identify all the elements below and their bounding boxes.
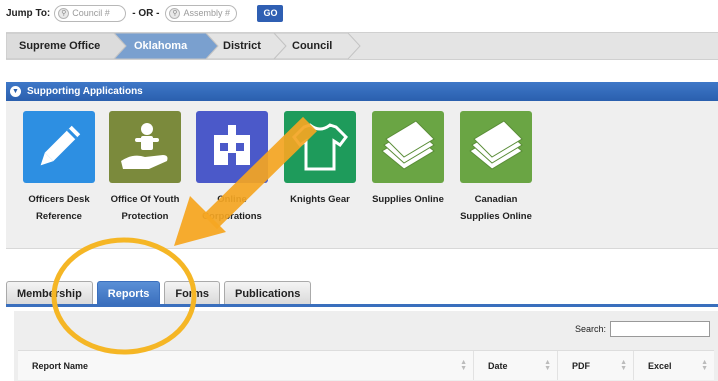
breadcrumb-oklahoma[interactable]: Oklahoma — [134, 33, 187, 59]
app-office-of-youth-protection[interactable]: Office Of Youth Protection — [105, 111, 185, 225]
breadcrumb-council[interactable]: Council — [292, 33, 332, 59]
search-icon: ⚲ — [58, 7, 70, 19]
app-knights-gear[interactable]: Knights Gear — [280, 111, 360, 208]
column-label: Excel — [648, 360, 672, 371]
app-label: Knights Gear — [290, 194, 350, 205]
assembly-number-input[interactable]: ⚲ Assembly # — [165, 4, 238, 22]
council-placeholder: Council # — [72, 8, 110, 18]
column-header-report-name[interactable]: Report Name ▲ ▼ — [18, 351, 474, 380]
council-number-input[interactable]: ⚲ Council # — [54, 4, 127, 22]
column-label: PDF — [572, 360, 590, 371]
sort-icon: ▲ ▼ — [701, 358, 708, 372]
go-button[interactable]: GO — [257, 4, 284, 22]
pencil-icon — [23, 111, 95, 183]
search-input[interactable] — [610, 321, 710, 337]
sort-icon: ▲ ▼ — [460, 358, 467, 372]
tab-forms[interactable]: Forms — [164, 281, 220, 305]
app-label: Canadian Supplies Online — [460, 194, 532, 222]
table-search: Search: — [575, 321, 710, 337]
app-online-corporations[interactable]: Online Corporations — [192, 111, 272, 225]
tab-underline — [6, 304, 718, 307]
app-supplies-online[interactable]: Supplies Online — [368, 111, 448, 208]
tab-membership[interactable]: Membership — [6, 281, 93, 305]
breadcrumb-shapes — [6, 33, 361, 59]
chevron-down-icon: ▼ — [10, 86, 21, 97]
supporting-applications-title: Supporting Applications — [27, 86, 143, 97]
building-icon — [196, 111, 268, 183]
column-label: Date — [488, 360, 508, 371]
papers-icon — [460, 111, 532, 183]
jump-to-bar: Jump To: ⚲ Council # - OR - ⚲ Assembly #… — [6, 4, 284, 22]
app-label: Online Corporations — [202, 194, 262, 222]
child-hand-icon — [109, 111, 181, 183]
app-label: Office Of Youth Protection — [110, 194, 180, 222]
column-label: Report Name — [32, 360, 89, 371]
supporting-applications-header[interactable]: ▼ Supporting Applications — [6, 82, 718, 101]
breadcrumb: Supreme Office Oklahoma District Council — [6, 32, 718, 60]
section-tabs: Membership Reports Forms Publications — [6, 281, 312, 305]
sort-icon: ▲ ▼ — [620, 358, 627, 372]
tab-reports[interactable]: Reports — [96, 281, 161, 305]
column-header-date[interactable]: Date ▲ ▼ — [474, 351, 558, 380]
tab-publications[interactable]: Publications — [223, 281, 312, 305]
sort-icon: ▲ ▼ — [544, 358, 551, 372]
app-officers-desk-reference[interactable]: Officers Desk Reference — [19, 111, 99, 225]
app-label: Officers Desk Reference — [28, 194, 90, 222]
column-header-excel[interactable]: Excel ▲ ▼ — [634, 351, 714, 380]
reports-table-area: Search: Report Name ▲ ▼ Date ▲ ▼ PDF ▲ ▼ Ex… — [14, 311, 718, 381]
jump-to-label: Jump To: — [6, 7, 51, 19]
app-label: Supplies Online — [372, 194, 444, 205]
shirt-icon — [284, 111, 356, 183]
or-label: - OR - — [132, 7, 160, 19]
search-label: Search: — [574, 324, 606, 334]
table-header: Report Name ▲ ▼ Date ▲ ▼ PDF ▲ ▼ Excel ▲ ▼ — [18, 350, 714, 380]
supporting-applications-panel: Officers Desk Reference Office Of Youth … — [6, 101, 718, 249]
app-canadian-supplies-online[interactable]: Canadian Supplies Online — [456, 111, 536, 225]
breadcrumb-supreme-office[interactable]: Supreme Office — [19, 33, 100, 59]
search-icon: ⚲ — [169, 7, 181, 19]
assembly-placeholder: Assembly # — [183, 8, 231, 18]
breadcrumb-district[interactable]: District — [223, 33, 261, 59]
papers-icon — [372, 111, 444, 183]
column-header-pdf[interactable]: PDF ▲ ▼ — [558, 351, 634, 380]
